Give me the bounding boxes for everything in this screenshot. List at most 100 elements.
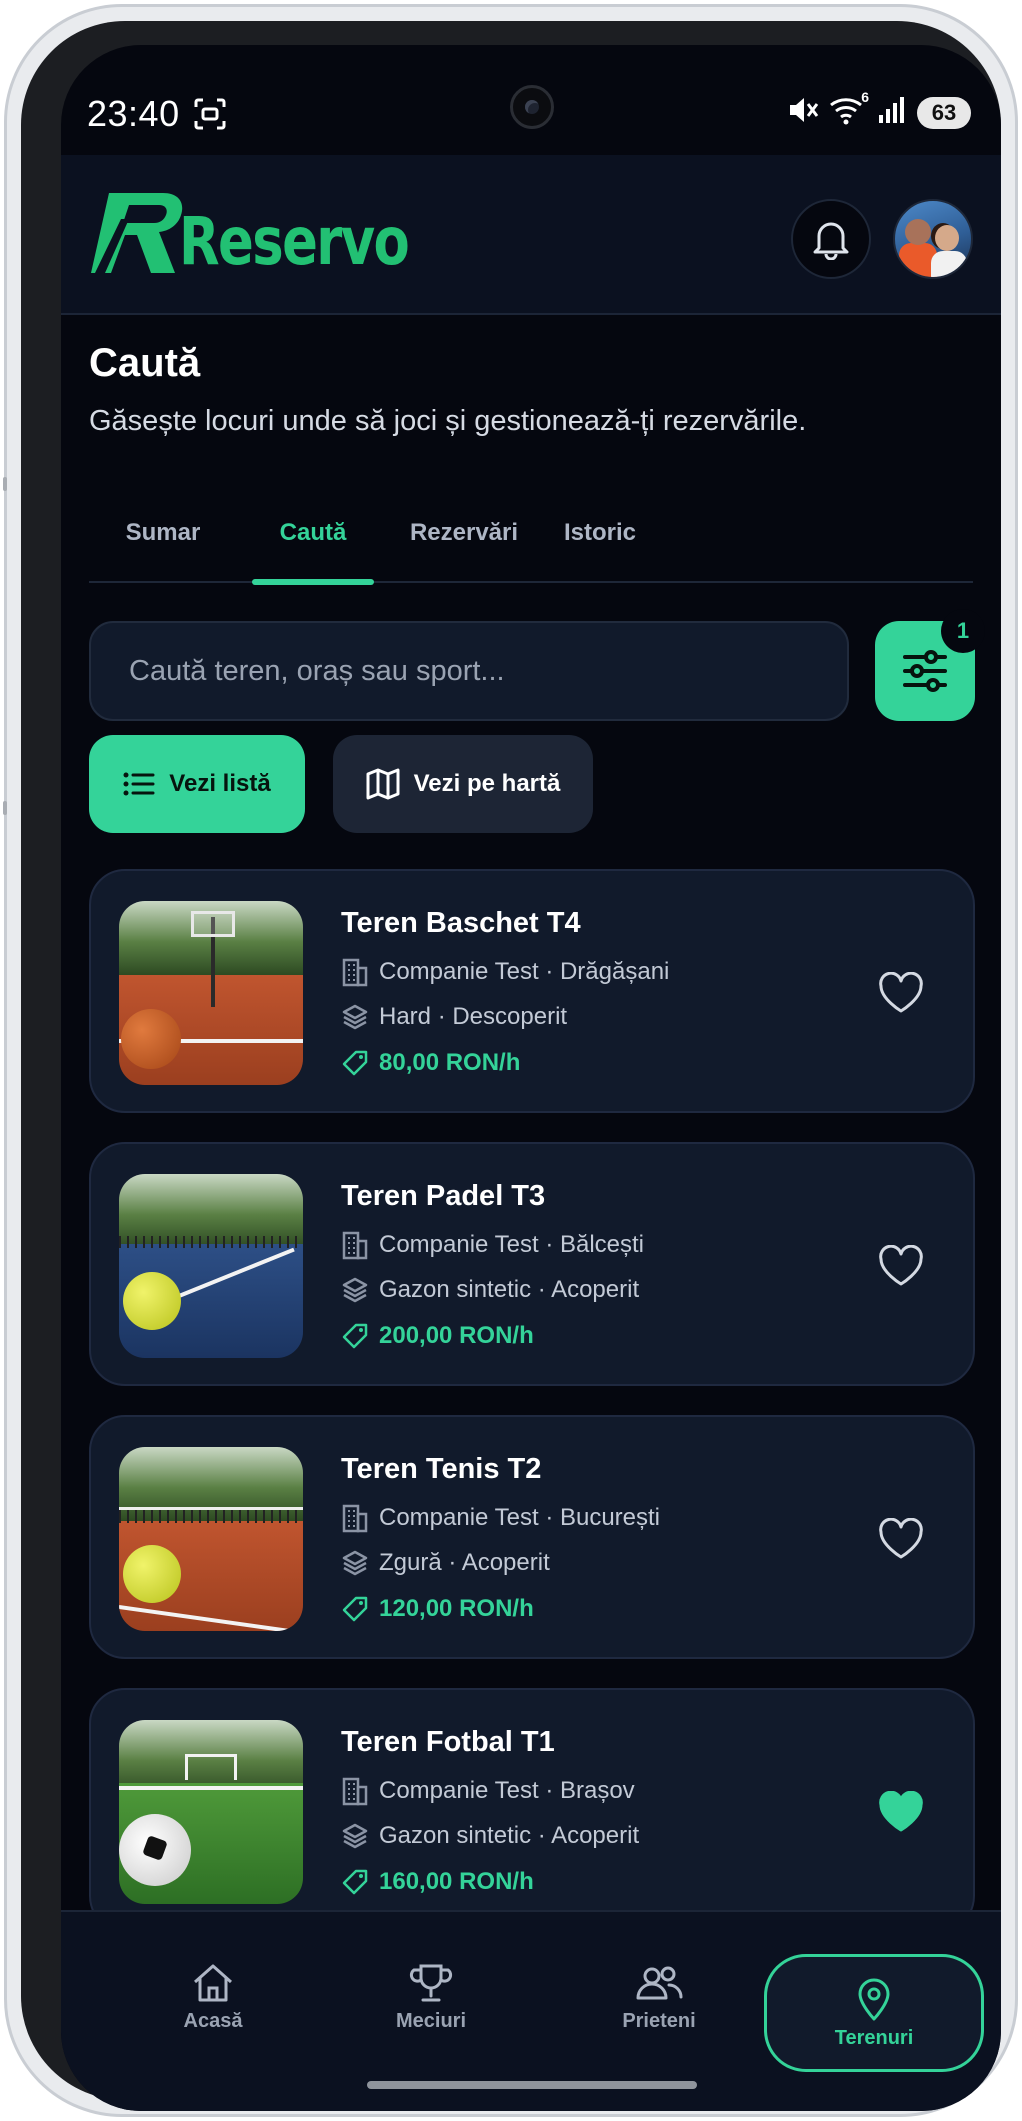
screen: 23:40 6 63 Reservo Caută Găsește locuri … [61,45,1001,2111]
court-surface-row: Hard · Descoperit [341,1003,567,1031]
court-surface: Gazon sintetic · Acoperit [379,1822,640,1849]
phone-bezel: 23:40 6 63 Reservo Caută Găsește locuri … [21,21,1001,2111]
court-location: Companie Test · Drăgășani [379,958,670,985]
friends-icon [636,1966,683,1999]
court-surface: Hard · Descoperit [379,1003,568,1030]
favorite-button[interactable] [871,1236,931,1296]
court-card[interactable]: Teren Padel T3 Companie Test · Bălcești … [89,1142,975,1386]
court-price: 200,00 RON/h [379,1322,534,1349]
layers-icon [342,1550,368,1576]
heart-outline-icon [879,1245,923,1286]
court-price: 160,00 RON/h [379,1868,534,1895]
search-input[interactable] [129,654,847,688]
nav-prieteni[interactable]: Prieteni [559,1942,759,2052]
tab-bar: Sumar Caută Rezervări Istoric [89,485,973,585]
page-title: Caută [89,341,201,385]
heart-filled-icon [879,1791,923,1832]
tab-istoric[interactable]: Istoric [555,485,645,581]
signal-icon [877,95,907,130]
layers-icon [342,1823,368,1849]
view-map-button[interactable]: Vezi pe hartă [333,735,593,833]
logo-mark-icon [91,193,183,273]
notifications-button[interactable] [791,199,871,279]
front-camera [510,85,554,129]
mute-icon [787,95,819,130]
layers-icon [342,1277,368,1303]
tennis-court-image [119,1447,303,1631]
tab-cauta[interactable]: Caută [252,485,374,585]
view-list-label: Vezi listă [169,770,271,797]
court-surface: Zgură · Acoperit [379,1549,550,1576]
football-field-image [119,1720,303,1904]
building-icon [342,958,368,987]
heart-outline-icon [879,972,923,1013]
building-icon [342,1231,368,1260]
screen-record-icon [193,97,227,136]
map-icon [366,768,400,800]
padel-court-image [119,1174,303,1358]
location-pin-icon [858,1978,890,2020]
building-icon [342,1504,368,1533]
battery-indicator: 63 [917,96,971,129]
price-tag-icon [342,1050,368,1076]
court-surface-row: Gazon sintetic · Acoperit [341,1276,639,1304]
court-price-row: 200,00 RON/h [341,1322,534,1350]
court-location-row: Companie Test · Drăgășani [341,957,669,987]
court-location: Companie Test · Bălcești [379,1231,645,1258]
nav-label: Acasă [183,2009,243,2032]
nav-label: Meciuri [395,2009,467,2032]
nav-label: Prieteni [622,2009,696,2032]
view-map-label: Vezi pe hartă [413,770,561,797]
court-card[interactable]: Teren Baschet T4 Companie Test · Drăgășa… [89,869,975,1113]
search-field[interactable] [89,621,849,721]
nav-meciuri[interactable]: Meciuri [331,1942,531,2052]
court-surface: Gazon sintetic · Acoperit [379,1276,640,1303]
network-superscript: 6 [861,89,869,105]
wifi-icon: 6 [829,89,869,130]
court-name: Teren Baschet T4 [341,907,581,939]
side-button-top [3,477,7,491]
layers-icon [342,1004,368,1030]
court-location-row: Companie Test · Bălcești [341,1230,644,1260]
court-price: 120,00 RON/h [379,1595,534,1622]
court-surface-row: Zgură · Acoperit [341,1549,550,1577]
trophy-icon [409,1964,453,2001]
court-price-row: 160,00 RON/h [341,1868,534,1896]
price-tag-icon [342,1323,368,1349]
home-indicator[interactable] [367,2081,697,2089]
court-name: Teren Fotbal T1 [341,1726,555,1758]
court-price-row: 120,00 RON/h [341,1595,534,1623]
favorite-button[interactable] [871,1509,931,1569]
favorite-button[interactable] [871,963,931,1023]
profile-avatar[interactable] [893,199,973,279]
filter-count-badge: 1 [941,609,985,653]
price-tag-icon [342,1596,368,1622]
nav-terenuri[interactable]: Terenuri [764,1954,984,2072]
building-icon [342,1777,368,1806]
court-card[interactable]: Teren Tenis T2 Companie Test · București… [89,1415,975,1659]
side-button-bottom [3,801,7,815]
court-location: Companie Test · Brașov [379,1777,635,1804]
home-icon [194,1964,232,2001]
app-header: Reservo [61,155,1001,315]
court-name: Teren Tenis T2 [341,1453,542,1485]
logo-text: Reservo [179,203,410,280]
court-location-row: Companie Test · București [341,1503,660,1533]
view-list-button[interactable]: Vezi listă [89,735,305,833]
basketball-court-image [119,901,303,1085]
nav-acasa[interactable]: Acasă [113,1942,313,2052]
page-subtitle: Găsește locuri unde să joci și gestionea… [89,405,807,437]
heart-outline-icon [879,1518,923,1559]
price-tag-icon [342,1869,368,1895]
bell-icon [813,222,849,260]
favorite-button[interactable] [871,1782,931,1842]
reservo-logo[interactable]: Reservo [89,191,466,275]
tab-sumar[interactable]: Sumar [117,485,209,581]
nav-label: Terenuri [834,2026,914,2049]
court-price-row: 80,00 RON/h [341,1049,520,1077]
court-card[interactable]: Teren Fotbal T1 Companie Test · Brașov G… [89,1688,975,1932]
tab-rezervari[interactable]: Rezervări [399,485,529,581]
court-price: 80,00 RON/h [379,1049,521,1076]
court-surface-row: Gazon sintetic · Acoperit [341,1822,639,1850]
court-location-row: Companie Test · Brașov [341,1776,635,1806]
